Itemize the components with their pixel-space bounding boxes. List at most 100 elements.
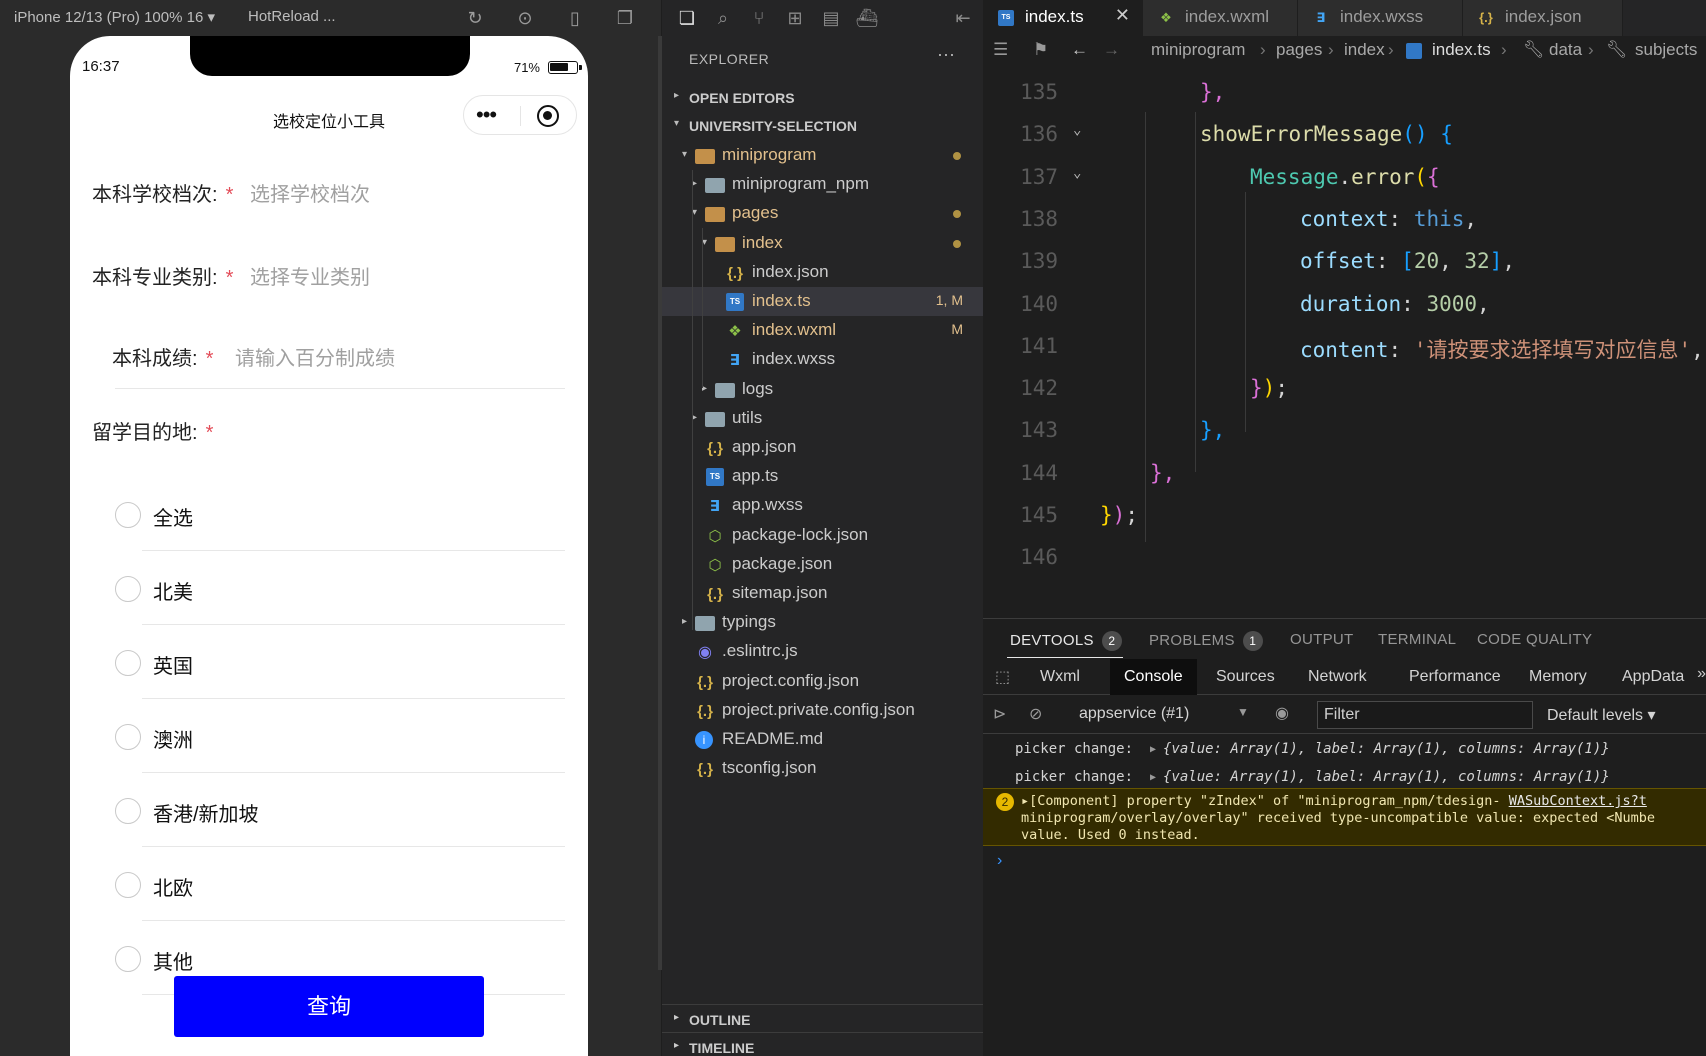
tree-item[interactable]: ▾ miniprogram xyxy=(662,141,983,170)
tree-item[interactable]: ▸ typings xyxy=(662,608,983,637)
tree-item[interactable]: ▾ index xyxy=(662,229,983,258)
tree-item[interactable]: {.} index.json xyxy=(662,258,983,287)
expand-triangle-icon[interactable]: ▶ xyxy=(1150,744,1156,755)
grade-input[interactable]: 请输入百分制成绩 xyxy=(235,342,395,371)
breadcrumb-item[interactable]: index xyxy=(1344,40,1385,60)
close-miniprogram-icon[interactable] xyxy=(537,105,559,127)
tree-item[interactable]: {.} sitemap.json xyxy=(662,579,983,608)
tree-item[interactable]: {.} project.config.json xyxy=(662,667,983,696)
tree-item[interactable]: ❖ index.wxml M xyxy=(662,316,983,345)
radio-circle-icon[interactable] xyxy=(115,576,141,602)
breadcrumb-item[interactable]: data xyxy=(1549,40,1582,60)
back-arrow-icon[interactable]: ← xyxy=(1071,40,1088,60)
close-icon[interactable]: ✕ xyxy=(1115,5,1130,26)
devtools-tab-appdata[interactable]: AppData xyxy=(1608,659,1698,695)
destination-option[interactable]: 香港/新加坡 xyxy=(70,778,588,847)
tree-item[interactable]: ▸ utils xyxy=(662,404,983,433)
timeline-section[interactable]: ▸ TIMELINE xyxy=(662,1032,983,1056)
tree-item[interactable]: i README.md xyxy=(662,725,983,754)
editor-tab[interactable]: ❖ index.wxml xyxy=(1143,0,1298,36)
tree-item[interactable]: TS app.ts xyxy=(662,462,983,491)
radio-circle-icon[interactable] xyxy=(115,650,141,676)
expand-triangle-icon[interactable]: ▸ xyxy=(1021,793,1029,809)
outline-list-icon[interactable]: ☰ xyxy=(993,40,1008,60)
devtools-tab-wxml[interactable]: Wxml xyxy=(1026,659,1094,695)
log-levels-select[interactable]: Default levels ▾ xyxy=(1547,705,1656,725)
tree-item[interactable]: ▸ miniprogram_npm xyxy=(662,170,983,199)
files-icon[interactable]: ❏ xyxy=(674,5,700,31)
context-select[interactable]: appservice (#1) xyxy=(1079,705,1189,723)
destination-option[interactable]: 北美 xyxy=(70,556,588,625)
panel-tab[interactable]: PROBLEMS 1 xyxy=(1149,631,1263,651)
tree-item[interactable]: ◉ .eslintrc.js xyxy=(662,637,983,666)
major-category-field[interactable]: 本科专业类别: * 选择专业类别 xyxy=(70,247,588,307)
hotreload-toggle[interactable]: HotReload ... xyxy=(248,8,336,25)
storage-icon[interactable]: ▤ xyxy=(818,5,844,31)
panel-tab[interactable]: TERMINAL xyxy=(1378,631,1456,648)
inspect-icon[interactable]: ⬚ xyxy=(995,667,1010,687)
editor-tab[interactable]: ∃ index.wxss xyxy=(1298,0,1463,36)
devtools-tab-network[interactable]: Network xyxy=(1294,659,1381,695)
docker-icon[interactable]: ⛴ xyxy=(854,5,880,31)
tree-item[interactable]: ∃ index.wxss xyxy=(662,345,983,374)
stop-icon[interactable]: ⊙ xyxy=(514,7,536,29)
breadcrumb-item[interactable]: index.ts xyxy=(1432,40,1491,60)
school-level-field[interactable]: 本科学校档次: * 选择学校档次 xyxy=(70,164,588,224)
extensions-icon[interactable]: ⊞ xyxy=(782,5,808,31)
source-link[interactable]: WASubContext.js?t xyxy=(1509,793,1647,809)
destination-option[interactable]: 英国 xyxy=(70,630,588,699)
panel-tab[interactable]: OUTPUT xyxy=(1290,631,1353,648)
eye-icon[interactable]: ◉ xyxy=(1275,703,1289,723)
devtools-tab-performance[interactable]: Performance xyxy=(1395,659,1515,695)
radio-circle-icon[interactable] xyxy=(115,798,141,824)
tree-item[interactable]: ∃ app.wxss xyxy=(662,491,983,520)
tree-item[interactable]: {.} tsconfig.json xyxy=(662,754,983,783)
phone-icon[interactable]: ▯ xyxy=(564,7,586,29)
forward-arrow-icon[interactable]: → xyxy=(1103,40,1120,60)
destination-option[interactable]: 全选 xyxy=(70,482,588,551)
major-category-picker[interactable]: 选择专业类别 xyxy=(250,261,370,290)
breadcrumb-item[interactable]: miniprogram xyxy=(1151,40,1245,60)
clear-console-icon[interactable]: ⊘ xyxy=(1029,704,1042,724)
tree-item[interactable]: {.} project.private.config.json xyxy=(662,696,983,725)
tree-item[interactable]: {.} app.json xyxy=(662,433,983,462)
more-icon[interactable]: ••• xyxy=(476,102,497,128)
filter-input[interactable] xyxy=(1317,701,1533,729)
more-tabs-icon[interactable]: » xyxy=(1697,665,1706,683)
editor-tab[interactable]: {.} index.json xyxy=(1463,0,1623,36)
search-icon[interactable]: ⌕ xyxy=(710,5,736,31)
window-icon[interactable]: ❐ xyxy=(614,7,636,29)
destination-option[interactable]: 澳洲 xyxy=(70,704,588,773)
tree-item[interactable]: ⬡ package.json xyxy=(662,550,983,579)
radio-circle-icon[interactable] xyxy=(115,724,141,750)
breadcrumb-item[interactable]: pages xyxy=(1276,40,1322,60)
collapse-panel-icon[interactable]: ⇤ xyxy=(950,5,976,31)
radio-circle-icon[interactable] xyxy=(115,872,141,898)
destination-option[interactable]: 北欧 xyxy=(70,852,588,921)
devtools-tab-sources[interactable]: Sources xyxy=(1202,659,1289,695)
devtools-tab-memory[interactable]: Memory xyxy=(1515,659,1601,695)
radio-circle-icon[interactable] xyxy=(115,502,141,528)
devtools-tab-console[interactable]: Console xyxy=(1110,659,1197,695)
panel-tab[interactable]: CODE QUALITY xyxy=(1477,631,1592,648)
console-prompt[interactable]: › xyxy=(997,852,1002,870)
sidebar-toggle-icon[interactable]: ⊳ xyxy=(993,704,1006,724)
expand-triangle-icon[interactable]: ▶ xyxy=(1150,772,1156,783)
bookmark-icon[interactable]: ⚑ xyxy=(1033,40,1048,60)
fold-chevron-icon[interactable]: ⌄ xyxy=(1073,165,1081,181)
tree-item[interactable]: ▾ pages xyxy=(662,199,983,228)
device-selector[interactable]: iPhone 12/13 (Pro) 100% 16 ▾ xyxy=(14,8,215,26)
tree-item[interactable]: ⬡ package-lock.json xyxy=(662,521,983,550)
fold-chevron-icon[interactable]: ⌄ xyxy=(1073,122,1081,138)
tree-item[interactable]: ▸ logs xyxy=(662,375,983,404)
panel-tab[interactable]: DEVTOOLS 2 xyxy=(1010,631,1122,651)
query-button[interactable]: 查询 xyxy=(174,976,484,1037)
breadcrumb-item[interactable]: subjects xyxy=(1635,40,1697,60)
open-editors-section[interactable]: ▸ OPEN EDITORS xyxy=(662,84,983,112)
radio-circle-icon[interactable] xyxy=(115,946,141,972)
chevron-down-icon[interactable]: ▼ xyxy=(1237,705,1249,719)
outline-section[interactable]: ▸ OUTLINE xyxy=(662,1004,983,1032)
source-control-icon[interactable]: ⑂ xyxy=(746,5,772,31)
code-view[interactable]: 135}, 136 ⌄ showErrorMessage() {137 ⌄ Message… xyxy=(983,72,1706,627)
refresh-icon[interactable]: ↻ xyxy=(464,7,486,29)
